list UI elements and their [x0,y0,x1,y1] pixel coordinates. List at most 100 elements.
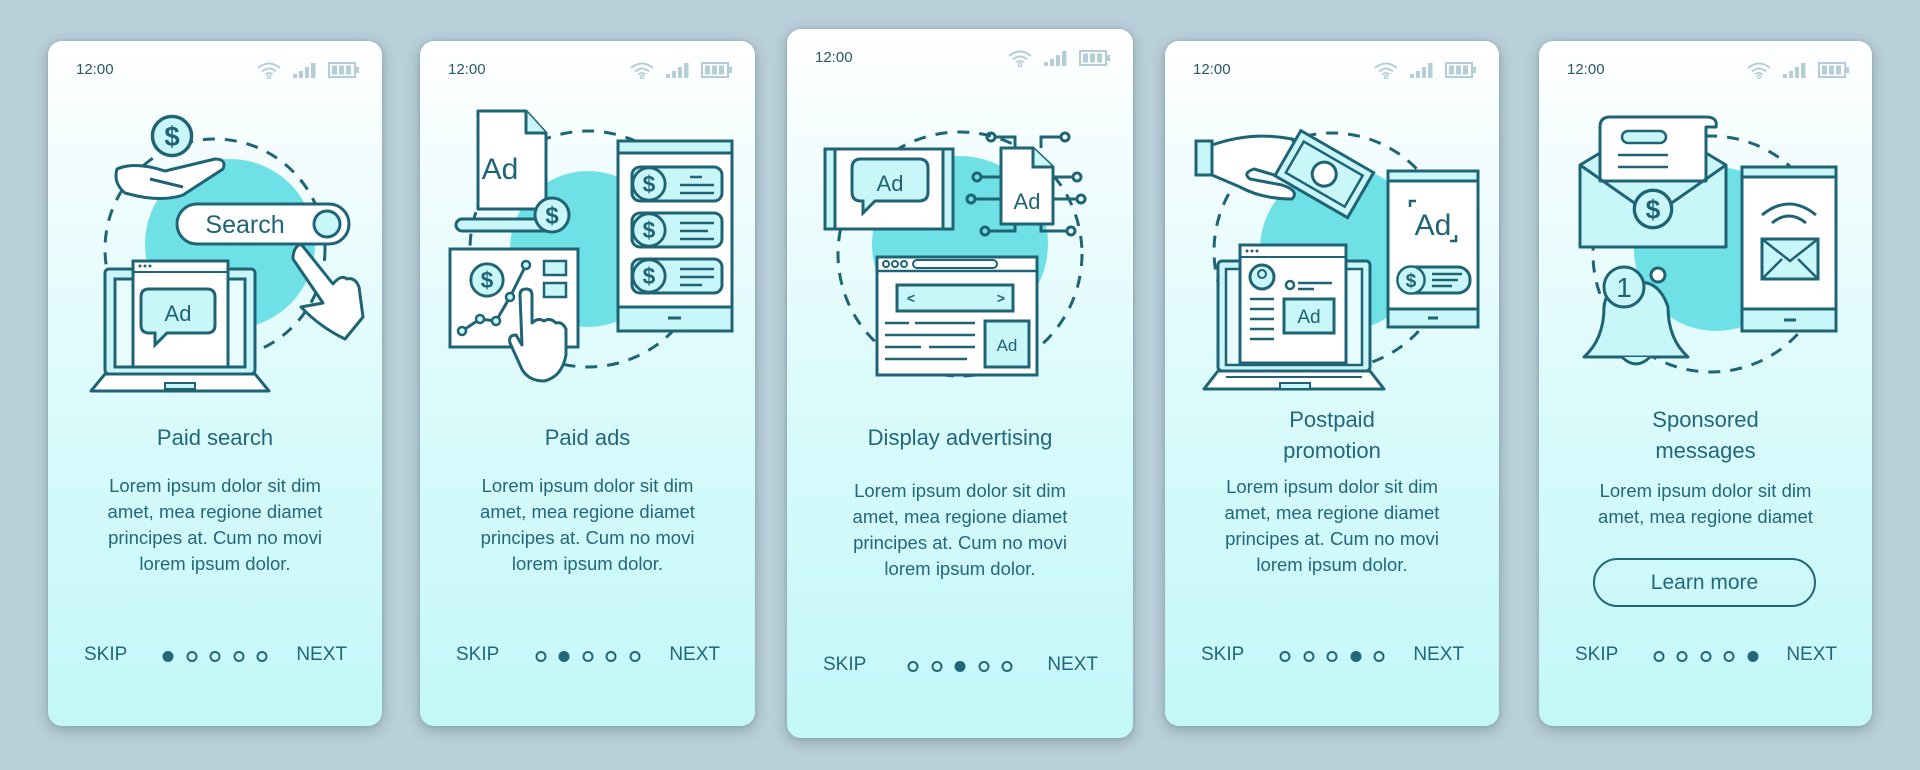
next-button[interactable]: NEXT [1786,644,1837,666]
title-line: Paid ads [544,425,631,450]
status-time: 12:00 [448,61,486,78]
description-line: principes at. Cum no movi [1225,528,1439,549]
wifi-icon [1746,61,1772,79]
page-indicator [1279,651,1385,662]
wifi-icon [629,61,655,79]
description-line: Lorem ipsum dolor sit dim [1226,476,1438,497]
notification-count: 1 [1616,272,1632,303]
paid-ads-illustration: Ad [448,109,733,383]
description-line: lorem ipsum dolor. [1256,554,1408,575]
wifi-icon [1373,61,1399,79]
page-dot-2[interactable] [1303,651,1314,662]
description-line: amet, mea regione diamet [1224,502,1440,523]
page-dot-1[interactable] [535,651,546,662]
screen-title: Paid ads [420,422,755,453]
ad-label: Ad [877,171,904,196]
sponsored-messages-illustration: 1 [1578,115,1837,374]
onboarding-screen-sponsored-messages: 12:00 1 Sponsored messages Lorem ipsum d… [1539,41,1872,726]
dollar-coin-icon [1396,265,1426,295]
wifi-icon [256,61,282,79]
page-dot-4[interactable] [1723,651,1735,662]
description-line: Lorem ipsum dolor sit dim [109,475,321,496]
next-button[interactable]: NEXT [1047,654,1098,676]
page-dot-1[interactable] [1653,651,1664,662]
onboarding-nav: SKIP NEXT [420,644,755,668]
status-time: 12:00 [815,49,853,66]
page-dot-2-active[interactable] [558,651,570,662]
status-bar-icons [1007,49,1111,67]
next-button[interactable]: NEXT [296,644,347,666]
ad-label: Ad [165,301,192,326]
page-dot-1-active[interactable] [162,651,174,662]
page-indicator [162,651,268,662]
onboarding-screen-display-advertising: 12:00 Ad Ad < > Ad Display advertising L… [787,29,1133,738]
dollar-coin-icon [1632,188,1673,230]
page-dot-5[interactable] [1373,651,1385,662]
description-line: lorem ipsum dolor. [884,558,1036,579]
description-line: principes at. Cum no movi [108,527,322,548]
title-line: Display advertising [867,425,1053,450]
battery-icon [1079,49,1111,67]
page-dot-5-active[interactable] [1747,651,1758,662]
page-dot-1[interactable] [907,661,919,672]
page-dot-2[interactable] [1676,651,1688,662]
skip-button[interactable]: SKIP [1201,644,1244,666]
skip-button[interactable]: SKIP [456,644,499,666]
screen-title: Paid search [48,422,382,453]
page-dot-4[interactable] [233,651,244,662]
next-button[interactable]: NEXT [1413,644,1464,666]
page-dot-3[interactable] [582,651,593,662]
page-dot-2[interactable] [186,651,197,662]
battery-icon [1445,61,1477,79]
title-line: Paid search [156,425,274,450]
page-dot-3[interactable] [1700,651,1711,662]
status-bar-icons [1373,61,1477,79]
page-dot-3[interactable] [209,651,221,662]
battery-icon [701,61,733,79]
description-line: Lorem ipsum dolor sit dim [854,480,1066,501]
status-time: 12:00 [1567,61,1605,78]
page-indicator [535,651,640,662]
description-line: amet, mea regione diamet [480,501,695,522]
skip-button[interactable]: SKIP [823,654,866,676]
page-dot-1[interactable] [1279,651,1291,662]
page-indicator [1653,651,1758,662]
page-dot-5[interactable] [256,651,268,662]
next-button[interactable]: NEXT [669,644,720,666]
onboarding-nav: SKIP NEXT [1539,644,1872,668]
search-label: Search [205,211,284,239]
description-line: principes at. Cum no movi [480,527,695,548]
ad-label: Ad [1297,307,1320,328]
signal-icon [1409,61,1435,79]
paid-search-illustration: Search Ad [89,114,365,393]
page-dot-4[interactable] [605,651,617,662]
page-dot-2[interactable] [931,661,942,672]
signal-icon [665,61,691,79]
page-dot-3-active[interactable] [954,661,966,672]
display-advertising-illustration: Ad Ad < > Ad [823,130,1087,378]
page-dot-3[interactable] [1326,651,1338,662]
onboarding-nav: SKIP NEXT [787,654,1133,678]
screen-description: Lorem ipsum dolor sit dim amet, mea regi… [787,478,1133,582]
postpaid-promotion-illustration: Ad Ad [1194,128,1480,391]
page-dot-4[interactable] [978,661,989,672]
skip-button[interactable]: SKIP [84,644,127,666]
battery-icon [1818,61,1850,79]
dollar-coin-icon [150,114,194,158]
skip-button[interactable]: SKIP [1575,644,1618,666]
page-dot-5[interactable] [1001,661,1013,672]
battery-icon [328,61,360,79]
status-bar-icons [256,61,360,79]
learn-more-button[interactable]: Learn more [1593,558,1816,607]
page-dot-5[interactable] [629,651,640,662]
onboarding-screen-paid-search: 12:00 Search Ad Paid search Lorem ipsum … [48,41,382,726]
screen-description: Lorem ipsum dolor sit dim amet, mea regi… [1539,478,1872,530]
title-line: Postpaid [1289,407,1375,432]
dollar-coin-icon [533,196,570,234]
description-line: amet, mea regione diamet [1598,506,1813,527]
page-dot-4-active[interactable] [1350,651,1361,662]
onboarding-nav: SKIP NEXT [1165,644,1499,668]
signal-icon [1043,49,1069,67]
description-line: amet, mea regione diamet [852,506,1068,527]
ad-label: Ad [481,153,518,186]
